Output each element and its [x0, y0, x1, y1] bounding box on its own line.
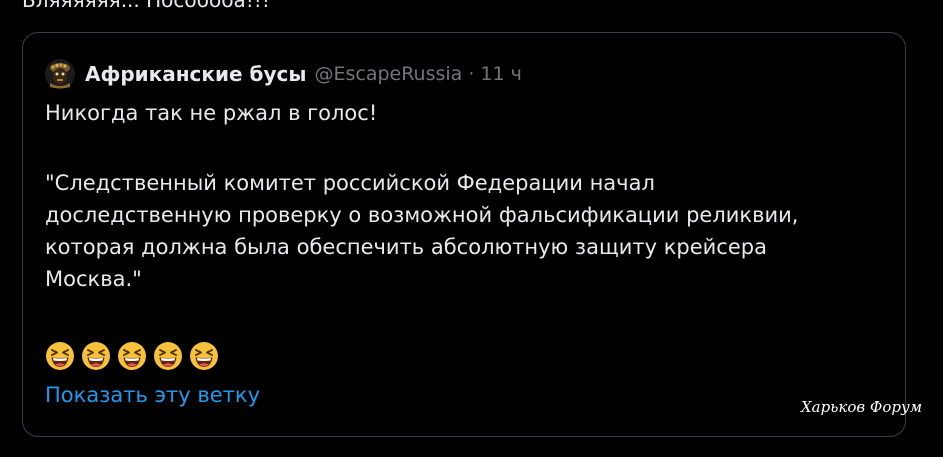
- tweet-quote-text: "Следственный комитет российской Федерац…: [45, 171, 799, 291]
- grinning-squinting-face-icon: [118, 342, 146, 370]
- bead-mask-avatar-icon[interactable]: [45, 59, 75, 89]
- show-thread-link[interactable]: Показать эту ветку: [45, 383, 260, 407]
- header-separator-dot: ·: [468, 63, 475, 85]
- quoted-tweet-header: Африканские бусы @EscapeRussia · 11 ч: [45, 59, 522, 89]
- forum-watermark: Харьков Форум: [801, 398, 923, 416]
- tweet-timestamp[interactable]: 11 ч: [480, 63, 521, 85]
- author-handle[interactable]: @EscapeRussia: [314, 63, 462, 85]
- tweet-text-line: Никогда так не ржал в голос!: [45, 101, 378, 125]
- previous-tweet-text-fragment: Бляяяяяя... Пособоба!!!: [22, 0, 270, 12]
- author-display-name[interactable]: Африканские бусы: [85, 62, 306, 86]
- grinning-squinting-face-icon: [82, 342, 110, 370]
- quoted-tweet-card[interactable]: Африканские бусы @EscapeRussia · 11 ч Ни…: [22, 32, 906, 437]
- grinning-squinting-face-icon: [154, 342, 182, 370]
- quoted-tweet-body: Никогда так не ржал в голос! "Следственн…: [45, 97, 895, 295]
- grinning-squinting-face-icon: [46, 342, 74, 370]
- grinning-squinting-face-icon: [190, 342, 218, 370]
- emoji-row: [45, 341, 219, 371]
